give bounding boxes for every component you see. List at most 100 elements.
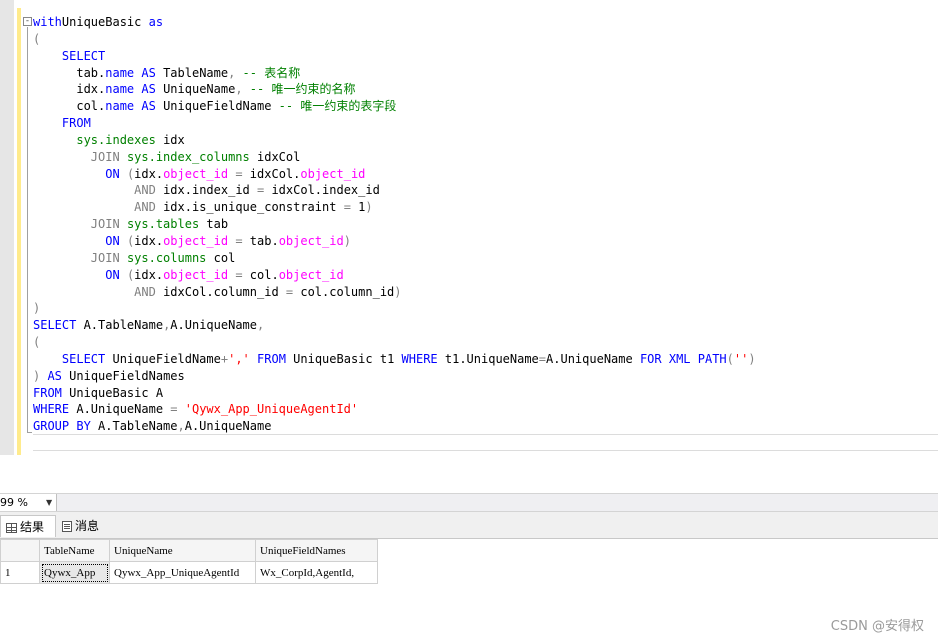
chevron-down-icon[interactable]: ▼: [46, 494, 52, 511]
code-token: sys.index_columns: [126, 149, 250, 164]
code-token: col: [206, 250, 236, 265]
code-token: UniqueFieldName: [155, 99, 272, 114]
code-line[interactable]: SELECT: [33, 48, 756, 65]
code-line[interactable]: idx.name AS UniqueName, -- 唯一约束的名称: [33, 81, 756, 98]
code-token: =: [170, 402, 178, 417]
code-token: AS: [134, 99, 156, 114]
code-token: ): [748, 351, 756, 366]
code-line[interactable]: SELECT A.TableName,A.UniqueName,: [33, 317, 756, 334]
code-token: UniqueBasic A: [61, 385, 164, 400]
code-token: JOIN: [90, 250, 120, 265]
code-token: SELECT: [61, 351, 106, 366]
code-token: object_id: [163, 166, 229, 181]
zoom-value: 99 %: [0, 496, 28, 509]
grid-corner[interactable]: [0, 539, 40, 562]
code-token: AS: [134, 65, 156, 80]
code-token: WHERE: [33, 402, 70, 417]
column-header-tablename[interactable]: TableName: [39, 539, 110, 562]
column-header-uniquefieldnames[interactable]: UniqueFieldNames: [255, 539, 378, 562]
code-line[interactable]: ON (idx.object_id = idxCol.object_id: [33, 166, 756, 183]
grid-icon: [6, 522, 17, 533]
code-token: UniqueFieldNames: [61, 368, 185, 383]
code-token: object_id: [163, 267, 229, 282]
sql-editor[interactable]: - withUniqueBasic as( SELECT tab.name AS…: [0, 0, 938, 493]
code-token: idxCol.: [242, 166, 301, 181]
row-number[interactable]: 1: [0, 561, 40, 584]
code-line[interactable]: (: [33, 334, 756, 351]
code-line[interactable]: ON (idx.object_id = tab.object_id): [33, 233, 756, 250]
zoom-dropdown[interactable]: 99 % ▼: [0, 494, 57, 511]
code-token: A.UniqueName: [69, 402, 171, 417]
code-token: idx.: [134, 233, 164, 248]
code-token: -- 唯一约束的表字段: [271, 99, 397, 114]
code-token: TableName: [155, 65, 229, 80]
code-line[interactable]: tab.name AS TableName, -- 表名称: [33, 65, 756, 82]
code-line[interactable]: JOIN sys.tables tab: [33, 216, 756, 233]
current-line-highlight: [33, 434, 938, 451]
code-line[interactable]: ): [33, 300, 756, 317]
cell-uniquename[interactable]: Qywx_App_UniqueAgentId: [109, 561, 256, 584]
code-token: with: [33, 15, 62, 29]
code-token: idx.: [134, 267, 164, 282]
code-line[interactable]: ) AS UniqueFieldNames: [33, 368, 756, 385]
code-token: ',': [228, 351, 250, 366]
code-line[interactable]: SELECT UniqueFieldName+',' FROM UniqueBa…: [33, 351, 756, 368]
code-line[interactable]: FROM UniqueBasic A: [33, 385, 756, 402]
code-token: FROM: [61, 116, 91, 131]
code-token: sys.indexes: [76, 132, 156, 147]
code-token: UniqueBasic: [61, 15, 142, 29]
code-line[interactable]: sys.indexes idx: [33, 132, 756, 149]
tab-messages[interactable]: 消息: [58, 515, 112, 537]
code-token: A.TableName: [76, 318, 164, 333]
table-row: 1 Qywx_App Qywx_App_UniqueAgentId Wx_Cor…: [0, 561, 378, 584]
code-line[interactable]: GROUP BY A.TableName,A.UniqueName: [33, 418, 756, 435]
outline-line-end: [27, 432, 32, 433]
code-token: ): [365, 200, 373, 215]
code-token: object_id: [163, 233, 229, 248]
code-token: sys.tables: [126, 217, 200, 232]
code-token: ): [394, 284, 402, 299]
code-token: AND: [134, 284, 156, 299]
code-line[interactable]: FROM: [33, 115, 756, 132]
code-token: ON: [105, 233, 120, 248]
collapse-icon[interactable]: -: [23, 17, 32, 26]
code-line[interactable]: ON (idx.object_id = col.object_id: [33, 267, 756, 284]
code-token: idxCol: [249, 149, 301, 164]
code-line[interactable]: col.name AS UniqueFieldName -- 唯一约束的表字段: [33, 98, 756, 115]
code-line[interactable]: withUniqueBasic as: [33, 14, 756, 31]
code-token: FOR XML PATH: [639, 351, 727, 366]
code-token: ): [343, 233, 351, 248]
code-line[interactable]: JOIN sys.index_columns idxCol: [33, 149, 756, 166]
column-header-uniquename[interactable]: UniqueName: [109, 539, 256, 562]
code-token: (: [33, 335, 41, 350]
code-line[interactable]: AND idxCol.column_id = col.column_id): [33, 284, 756, 301]
cell-tablename[interactable]: Qywx_App: [39, 561, 110, 584]
code-line[interactable]: AND idx.is_unique_constraint = 1): [33, 199, 756, 216]
code-line[interactable]: (: [33, 31, 756, 48]
code-line[interactable]: JOIN sys.columns col: [33, 250, 756, 267]
cell-uniquefieldnames[interactable]: Wx_CorpId,AgentId,: [255, 561, 378, 584]
code-token: JOIN: [90, 149, 120, 164]
code-token: FROM: [257, 351, 286, 366]
tab-results[interactable]: 结果: [0, 515, 56, 537]
results-tab-strip: 结果 消息: [0, 512, 938, 538]
results-grid: TableName UniqueName UniqueFieldNames 1 …: [0, 539, 378, 584]
code-token: col.: [33, 99, 106, 114]
code-token: A.TableName: [90, 419, 178, 434]
code-line[interactable]: AND idx.index_id = idxCol.index_id: [33, 182, 756, 199]
code-token: GROUP BY: [33, 419, 91, 434]
code-text[interactable]: withUniqueBasic as( SELECT tab.name AS T…: [33, 14, 756, 435]
code-token: -- 唯一约束的名称: [242, 82, 356, 97]
code-line[interactable]: WHERE A.UniqueName = 'Qywx_App_UniqueAge…: [33, 401, 756, 418]
